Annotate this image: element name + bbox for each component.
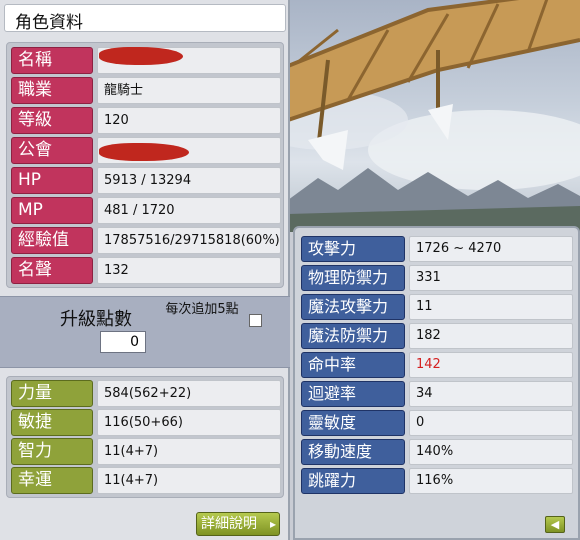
info-label-fame: 名聲 [11, 257, 93, 284]
info-row-mp: MP 481 / 1720 [11, 197, 281, 224]
add-each-label: 每次追加5點 [165, 302, 239, 317]
chevron-right-icon: ▸ [269, 517, 276, 531]
detail-value-avoid: 34 [409, 381, 573, 407]
detail-label-magic-atk: 魔法攻擊力 [301, 294, 405, 320]
detail-label-magic-def: 魔法防禦力 [301, 323, 405, 349]
redaction-mark-guild [99, 143, 189, 161]
detail-row-avoid: 迴避率 34 [301, 381, 573, 407]
ability-points-label: 升級點數 [60, 309, 132, 330]
info-value-exp: 17857516/29715818(60%) [97, 227, 281, 254]
detail-label-attack: 攻擊力 [301, 236, 405, 262]
detail-button[interactable]: 詳細說明 ▸ [196, 512, 280, 536]
redaction-mark-name [99, 47, 183, 65]
window-title: 角色資料 [15, 13, 83, 33]
character-info-window: 角色資料 名稱 職業 龍騎士 等級 120 公會 HP 5913 / 13294… [0, 0, 290, 540]
add-each-checkbox[interactable] [249, 314, 262, 327]
detail-label-speed: 移動速度 [301, 439, 405, 465]
ability-points-panel: 升級點數 0 每次追加5點 [0, 296, 290, 368]
detail-row-attack: 攻擊力 1726 ~ 4270 [301, 236, 573, 262]
info-value-fame: 132 [97, 257, 281, 284]
stats-panel: 力量 584(562+22) 敏捷 116(50+66) 智力 11(4+7) … [6, 376, 284, 498]
stat-label-luk: 幸運 [11, 467, 93, 494]
info-value-level: 120 [97, 107, 281, 134]
character-info-panel: 名稱 職業 龍騎士 等級 120 公會 HP 5913 / 13294 MP 4… [6, 42, 284, 288]
detail-button-label: 詳細說明 [201, 516, 257, 532]
window-title-bar[interactable]: 角色資料 [4, 4, 286, 33]
info-row-exp: 經驗值 17857516/29715818(60%) [11, 227, 281, 254]
stat-label-int: 智力 [11, 438, 93, 465]
detail-row-magic-atk: 魔法攻擊力 11 [301, 294, 573, 320]
detail-row-agility: 靈敏度 0 [301, 410, 573, 436]
detail-row-magic-def: 魔法防禦力 182 [301, 323, 573, 349]
detail-value-magic-atk: 11 [409, 294, 573, 320]
detail-value-accuracy: 142 [409, 352, 573, 378]
stat-row-int: 智力 11(4+7) [11, 438, 281, 465]
info-row-fame: 名聲 132 [11, 257, 281, 284]
detail-label-jump: 跳躍力 [301, 468, 405, 494]
stat-value-dex: 116(50+66) [97, 409, 281, 436]
game-background-scene [288, 0, 580, 232]
detail-label-avoid: 迴避率 [301, 381, 405, 407]
info-label-guild: 公會 [11, 137, 93, 164]
stat-value-int: 11(4+7) [97, 438, 281, 465]
stat-row-dex: 敏捷 116(50+66) [11, 409, 281, 436]
info-value-mp: 481 / 1720 [97, 197, 281, 224]
info-value-hp: 5913 / 13294 [97, 167, 281, 194]
detail-value-magic-def: 182 [409, 323, 573, 349]
info-label-job: 職業 [11, 77, 93, 104]
stat-row-str: 力量 584(562+22) [11, 380, 281, 407]
info-label-mp: MP [11, 197, 93, 224]
stat-value-str: 584(562+22) [97, 380, 281, 407]
info-label-name: 名稱 [11, 47, 93, 74]
stat-row-luk: 幸運 11(4+7) [11, 467, 281, 494]
detail-label-phys-def: 物理防禦力 [301, 265, 405, 291]
detail-row-jump: 跳躍力 116% [301, 468, 573, 494]
stat-value-luk: 11(4+7) [97, 467, 281, 494]
detail-stats-window: 攻擊力 1726 ~ 4270 物理防禦力 331 魔法攻擊力 11 魔法防禦力… [293, 226, 580, 540]
info-row-job: 職業 龍騎士 [11, 77, 281, 104]
info-label-exp: 經驗值 [11, 227, 93, 254]
info-label-level: 等級 [11, 107, 93, 134]
detail-row-phys-def: 物理防禦力 331 [301, 265, 573, 291]
info-label-hp: HP [11, 167, 93, 194]
stat-label-str: 力量 [11, 380, 93, 407]
detail-row-accuracy: 命中率 142 [301, 352, 573, 378]
detail-value-phys-def: 331 [409, 265, 573, 291]
detail-value-speed: 140% [409, 439, 573, 465]
detail-label-agility: 靈敏度 [301, 410, 405, 436]
info-value-job: 龍騎士 [97, 77, 281, 104]
detail-value-agility: 0 [409, 410, 573, 436]
info-row-hp: HP 5913 / 13294 [11, 167, 281, 194]
stat-label-dex: 敏捷 [11, 409, 93, 436]
back-arrow-icon[interactable]: ◀ [545, 516, 565, 533]
detail-value-jump: 116% [409, 468, 573, 494]
detail-label-accuracy: 命中率 [301, 352, 405, 378]
detail-value-attack: 1726 ~ 4270 [409, 236, 573, 262]
detail-row-speed: 移動速度 140% [301, 439, 573, 465]
ability-points-value: 0 [100, 331, 146, 353]
info-row-level: 等級 120 [11, 107, 281, 134]
